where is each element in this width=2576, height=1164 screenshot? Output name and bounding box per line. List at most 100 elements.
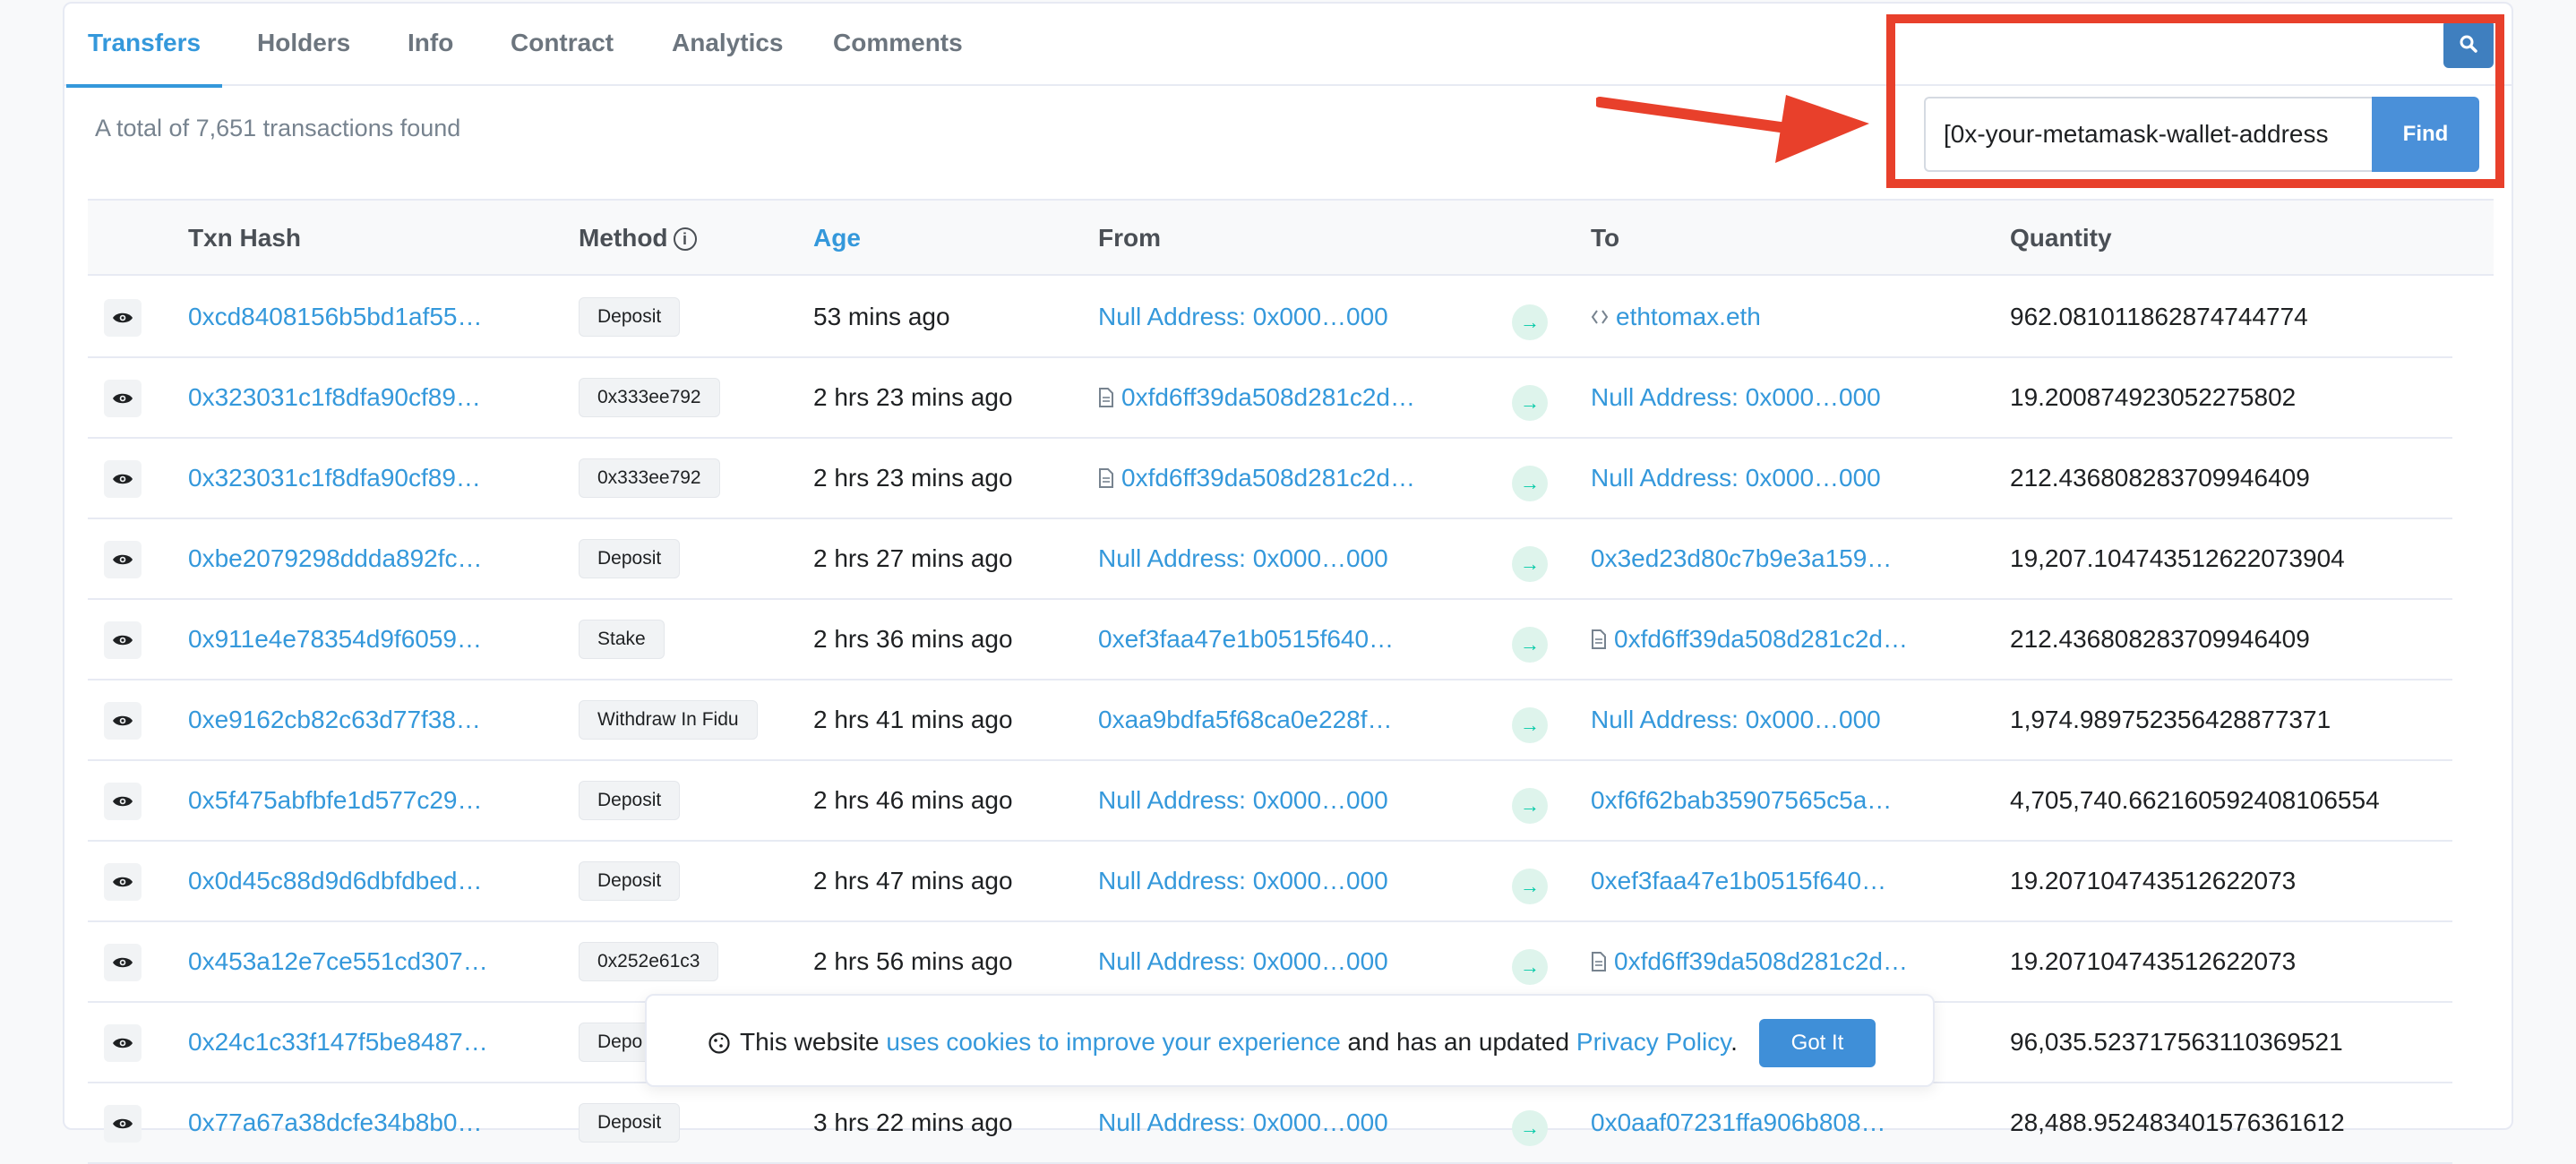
to-address-link[interactable]: 0xef3faa47e1b0515f640… [1591,867,1886,895]
table-row: 0x323031c1f8dfa90cf89… 0x333ee792 2 hrs 23… [88,358,2452,439]
txn-hash-link[interactable]: 0x0d45c88d9d6dbfdbed… [188,842,483,920]
header-method: Method i [579,201,697,276]
view-details-button[interactable] [104,460,142,498]
txn-hash-link[interactable]: 0xbe2079298ddda892fc… [188,519,483,598]
to-address-link[interactable]: 0xfd6ff39da508d281c2d… [1614,625,1908,654]
quantity-cell: 962.081011862874744774 [2010,303,2308,330]
from-address-link[interactable]: 0xaa9bdfa5f68ca0e228f… [1098,706,1393,734]
view-details-button[interactable] [104,299,142,337]
header-to: To [1591,224,1620,252]
annotation-arrow-icon [1596,95,1869,163]
method-badge: Deposit [579,539,681,578]
to-address-link[interactable]: 0xfd6ff39da508d281c2d… [1614,947,1908,976]
to-address-link[interactable]: 0x3ed23d80c7b9e3a159… [1591,544,1892,573]
to-address: 0xfd6ff39da508d281c2d… [1591,600,1908,679]
quantity-cell: 28,488.952483401576361612 [2010,1108,2345,1136]
header-age[interactable]: Age [813,201,861,276]
from-address: Null Address: 0x000…000 [1098,1083,1388,1162]
tab-analytics[interactable]: Analytics [672,4,784,86]
table-row: 0x453a12e7ce551cd307… 0x252e61c3 2 hrs 56 … [88,922,2452,1003]
quantity-cell: 1,974.989752356428877371 [2010,706,2331,733]
txn-hash-link[interactable]: 0x453a12e7ce551cd307… [188,922,488,1001]
table-row: 0x911e4e78354d9f6059… Stake 2 hrs 36 mins … [88,600,2452,680]
age-cell: 2 hrs 56 mins ago [813,947,1013,975]
eye-icon [113,957,133,968]
tab-bar: Transfers Holders Info Contract Analytic… [64,4,2512,88]
quantity-cell: 19.200874923052275802 [2010,383,2297,411]
age-cell: 3 hrs 22 mins ago [813,1108,1013,1136]
tab-contract[interactable]: Contract [511,4,614,86]
txn-hash-link[interactable]: 0x323031c1f8dfa90cf89… [188,358,481,437]
txn-hash-link[interactable]: 0xcd8408156b5bd1af55… [188,278,483,356]
view-details-button[interactable] [104,1105,142,1143]
txn-hash-link[interactable]: 0x5f475abfbfe1d577c29… [188,761,483,840]
contract-file-icon [1098,468,1114,488]
from-address: 0xaa9bdfa5f68ca0e228f… [1098,680,1393,759]
from-address-link[interactable]: Null Address: 0x000…000 [1098,786,1388,815]
age-cell: 2 hrs 23 mins ago [813,383,1013,411]
from-address-link[interactable]: 0xef3faa47e1b0515f640… [1098,625,1394,654]
to-address-link[interactable]: Null Address: 0x000…000 [1591,383,1881,412]
eye-icon [113,312,133,323]
to-address: 0x0aaf07231ffa906b808… [1591,1083,1886,1162]
view-details-button[interactable] [104,702,142,740]
info-icon[interactable]: i [673,227,697,251]
view-details-button[interactable] [104,541,142,578]
got-it-button[interactable]: Got It [1759,1019,1876,1067]
to-address-link[interactable]: 0xf6f62bab35907565c5a… [1591,786,1892,815]
quantity-cell: 212.436808283709946409 [2010,464,2310,492]
from-address: Null Address: 0x000…000 [1098,519,1388,598]
to-address-link[interactable]: Null Address: 0x000…000 [1591,464,1881,492]
table-row: 0x77a67a38dcfe34b8b0… Deposit 3 hrs 22 min… [88,1083,2452,1164]
contract-file-icon [1591,952,1607,971]
eye-icon [113,393,133,404]
txn-hash-link[interactable]: 0x911e4e78354d9f6059… [188,600,482,679]
privacy-policy-link[interactable]: Privacy Policy [1576,1028,1730,1056]
method-badge: Deposit [579,1103,681,1143]
to-address: 0x3ed23d80c7b9e3a159… [1591,519,1892,598]
view-details-button[interactable] [104,944,142,981]
from-address-link[interactable]: Null Address: 0x000…000 [1098,544,1388,573]
address-filter-input[interactable] [1924,97,2372,172]
method-badge: Deposit [579,861,681,901]
from-address: 0xef3faa47e1b0515f640… [1098,600,1394,679]
tab-transfers[interactable]: Transfers [65,4,223,88]
search-icon [2460,35,2477,53]
to-address: ethtomax.eth [1591,278,1761,356]
txn-hash-link[interactable]: 0x77a67a38dcfe34b8b0… [188,1083,483,1162]
tab-info[interactable]: Info [408,4,453,86]
txn-hash-link[interactable]: 0xe9162cb82c63d77f38… [188,680,481,759]
find-button[interactable]: Find [2372,97,2479,172]
view-details-button[interactable] [104,783,142,820]
search-button[interactable] [2443,20,2494,68]
direction-arrow-icon: → [1512,869,1548,904]
view-details-button[interactable] [104,863,142,901]
method-badge: Withdraw In Fidu [579,700,758,740]
from-address-link[interactable]: 0xfd6ff39da508d281c2d… [1121,464,1415,492]
method-badge: Stake [579,620,665,659]
tab-holders[interactable]: Holders [257,4,350,86]
to-address-link[interactable]: ethtomax.eth [1616,303,1761,331]
direction-arrow-icon: → [1512,304,1548,340]
from-address-link[interactable]: 0xfd6ff39da508d281c2d… [1121,383,1415,412]
age-cell: 2 hrs 27 mins ago [813,544,1013,572]
cookie-policy-link[interactable]: uses cookies to improve your experience [886,1028,1340,1056]
quantity-cell: 19.207104743512622073 [2010,867,2297,894]
from-address-link[interactable]: Null Address: 0x000…000 [1098,1108,1388,1137]
method-badge: Deposit [579,297,681,337]
view-details-button[interactable] [104,621,142,659]
to-address-link[interactable]: Null Address: 0x000…000 [1591,706,1881,734]
view-details-button[interactable] [104,380,142,417]
from-address-link[interactable]: Null Address: 0x000…000 [1098,947,1388,976]
view-details-button[interactable] [104,1024,142,1062]
from-address-link[interactable]: Null Address: 0x000…000 [1098,867,1388,895]
txn-hash-link[interactable]: 0x24c1c33f147f5be8487… [188,1003,488,1082]
from-address-link[interactable]: Null Address: 0x000…000 [1098,303,1388,331]
quantity-cell: 19.207104743512622073 [2010,947,2297,975]
quantity-cell: 96,035.523717563110369521 [2010,1028,2343,1056]
header-txn-hash: Txn Hash [188,224,302,252]
age-cell: 2 hrs 36 mins ago [813,625,1013,653]
to-address-link[interactable]: 0x0aaf07231ffa906b808… [1591,1108,1886,1137]
txn-hash-link[interactable]: 0x323031c1f8dfa90cf89… [188,439,481,518]
tab-comments[interactable]: Comments [833,4,963,86]
